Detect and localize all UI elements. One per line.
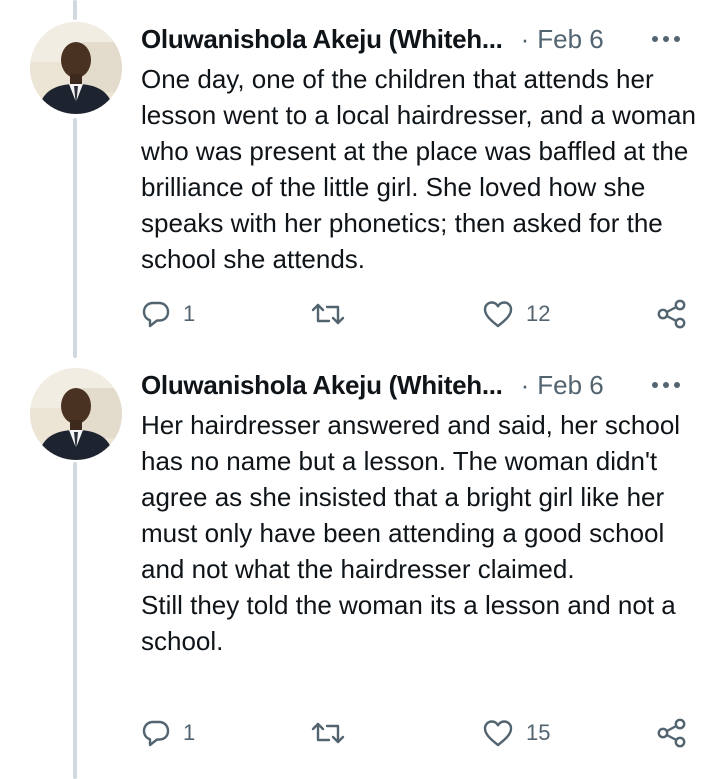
share-button[interactable]: [656, 294, 688, 334]
tweet-text: Her hairdresser answered and said, her s…: [141, 410, 681, 656]
avatar[interactable]: [30, 22, 122, 114]
retweet-button[interactable]: [310, 713, 346, 753]
like-icon: [482, 299, 514, 329]
avatar-image: [30, 22, 122, 114]
more-icon[interactable]: [646, 367, 686, 403]
reply-button[interactable]: 1: [141, 713, 195, 753]
separator-dot: ·: [520, 24, 530, 54]
more-icon[interactable]: [646, 21, 686, 57]
like-button[interactable]: 12: [482, 294, 550, 334]
reply-count: 1: [183, 720, 196, 745]
avatar-image: [30, 368, 122, 460]
author-name[interactable]: Oluwanishola Akeju (Whiteh...: [141, 21, 503, 57]
retweet-button[interactable]: [310, 294, 346, 334]
retweet-icon: [310, 718, 346, 748]
retweet-icon: [310, 299, 346, 329]
tweet-text: One day, one of the children that attend…: [141, 64, 696, 274]
tweet-date[interactable]: Feb 6: [537, 21, 604, 57]
reply-icon: [141, 299, 171, 329]
separator-dot: ·: [520, 370, 530, 400]
tweet-thread: Oluwanishola Akeju (Whiteh... · Feb 6 On…: [0, 0, 720, 779]
reply-count: 1: [183, 301, 196, 326]
like-icon: [482, 718, 514, 748]
reply-icon: [141, 718, 171, 748]
tweet-header: Oluwanishola Akeju (Whiteh... · Feb 6: [141, 21, 700, 57]
tweet-date[interactable]: Feb 6: [537, 367, 604, 403]
like-button[interactable]: 15: [482, 713, 550, 753]
tweet-header: Oluwanishola Akeju (Whiteh... · Feb 6: [141, 367, 700, 403]
like-count: 12: [526, 301, 551, 326]
share-button[interactable]: [656, 713, 688, 753]
share-icon: [656, 717, 688, 749]
avatar[interactable]: [30, 368, 122, 460]
tweet-actions: 1 12: [0, 294, 720, 334]
author-name[interactable]: Oluwanishola Akeju (Whiteh...: [141, 367, 503, 403]
like-count: 15: [526, 720, 551, 745]
reply-button[interactable]: 1: [141, 294, 195, 334]
tweet-actions: 1 15: [0, 713, 720, 753]
share-icon: [656, 298, 688, 330]
thread-line-top: [73, 0, 77, 20]
